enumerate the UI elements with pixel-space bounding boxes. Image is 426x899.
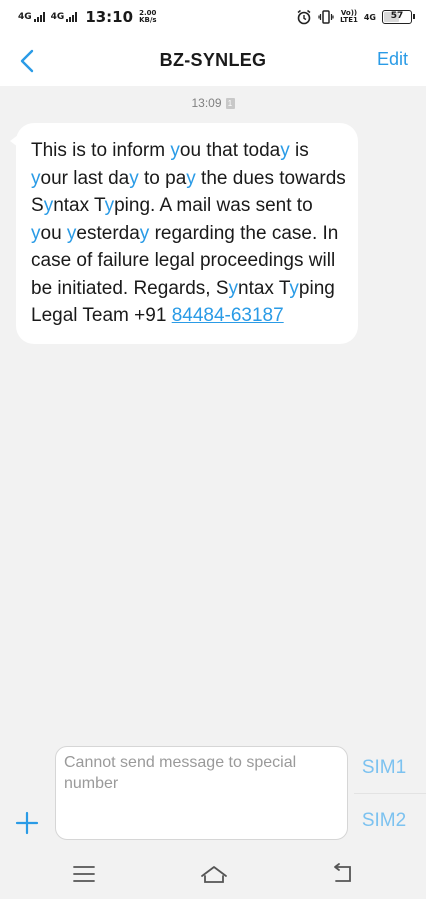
send-sim2-button[interactable]: SIM2 bbox=[356, 810, 412, 832]
chevron-left-icon bbox=[20, 49, 34, 73]
home-icon[interactable] bbox=[199, 862, 229, 886]
network-indicator-1: 4G bbox=[18, 12, 45, 22]
back-button[interactable] bbox=[12, 46, 42, 76]
conversation-header: BZ-SYNLEG Edit bbox=[0, 34, 426, 86]
conversation-title: BZ-SYNLEG bbox=[159, 49, 267, 70]
navigation-bar bbox=[0, 848, 426, 899]
lte-label: LTE1 bbox=[340, 16, 358, 24]
message-bubble[interactable]: This is to inform you that today is your… bbox=[10, 123, 358, 344]
network-speed-unit: KB/s bbox=[139, 16, 157, 24]
timestamp-text: 13:09 bbox=[191, 96, 222, 110]
status-bar: 4G 4G 13:10 2.00 KB/s Vo)) LTE1 4G 57 bbox=[0, 0, 426, 34]
message-input[interactable] bbox=[55, 746, 348, 840]
status-right: Vo)) LTE1 4G 57 bbox=[296, 9, 415, 25]
signal-bars-icon bbox=[66, 12, 78, 22]
network-speed: 2.00 KB/s bbox=[139, 10, 156, 24]
battery-level: 57 bbox=[390, 11, 404, 21]
menu-icon[interactable] bbox=[70, 862, 98, 886]
edit-button[interactable]: Edit bbox=[377, 49, 408, 70]
status-left: 4G 4G 13:10 2.00 KB/s bbox=[18, 8, 157, 26]
status-time: 13:10 bbox=[85, 8, 134, 26]
volte-indicator: Vo)) LTE1 bbox=[340, 10, 358, 24]
network-indicator-2: 4G bbox=[51, 12, 78, 22]
message-text: This is to inform you that today is your… bbox=[31, 140, 346, 326]
sim-card-icon: 1 bbox=[225, 97, 235, 109]
signal-bars-icon bbox=[33, 12, 45, 22]
sim-divider bbox=[354, 793, 426, 794]
back-nav-icon[interactable] bbox=[328, 862, 356, 886]
network-type-label: 4G bbox=[50, 12, 65, 22]
vibrate-icon bbox=[318, 10, 334, 24]
compose-area: SIM1 SIM2 bbox=[0, 738, 426, 848]
phone-number-link[interactable]: 84484-63187 bbox=[172, 305, 284, 326]
messaging-screen: 4G 4G 13:10 2.00 KB/s Vo)) LTE1 4G 57 BZ… bbox=[0, 0, 426, 899]
add-attachment-icon[interactable] bbox=[14, 810, 40, 836]
message-timestamp: 13:09 1 bbox=[0, 96, 426, 110]
battery-icon: 57 bbox=[382, 10, 415, 24]
send-sim1-button[interactable]: SIM1 bbox=[356, 757, 412, 779]
alarm-icon bbox=[297, 9, 311, 25]
network-type-label: 4G bbox=[363, 12, 376, 22]
network-type-label: 4G bbox=[18, 12, 32, 22]
